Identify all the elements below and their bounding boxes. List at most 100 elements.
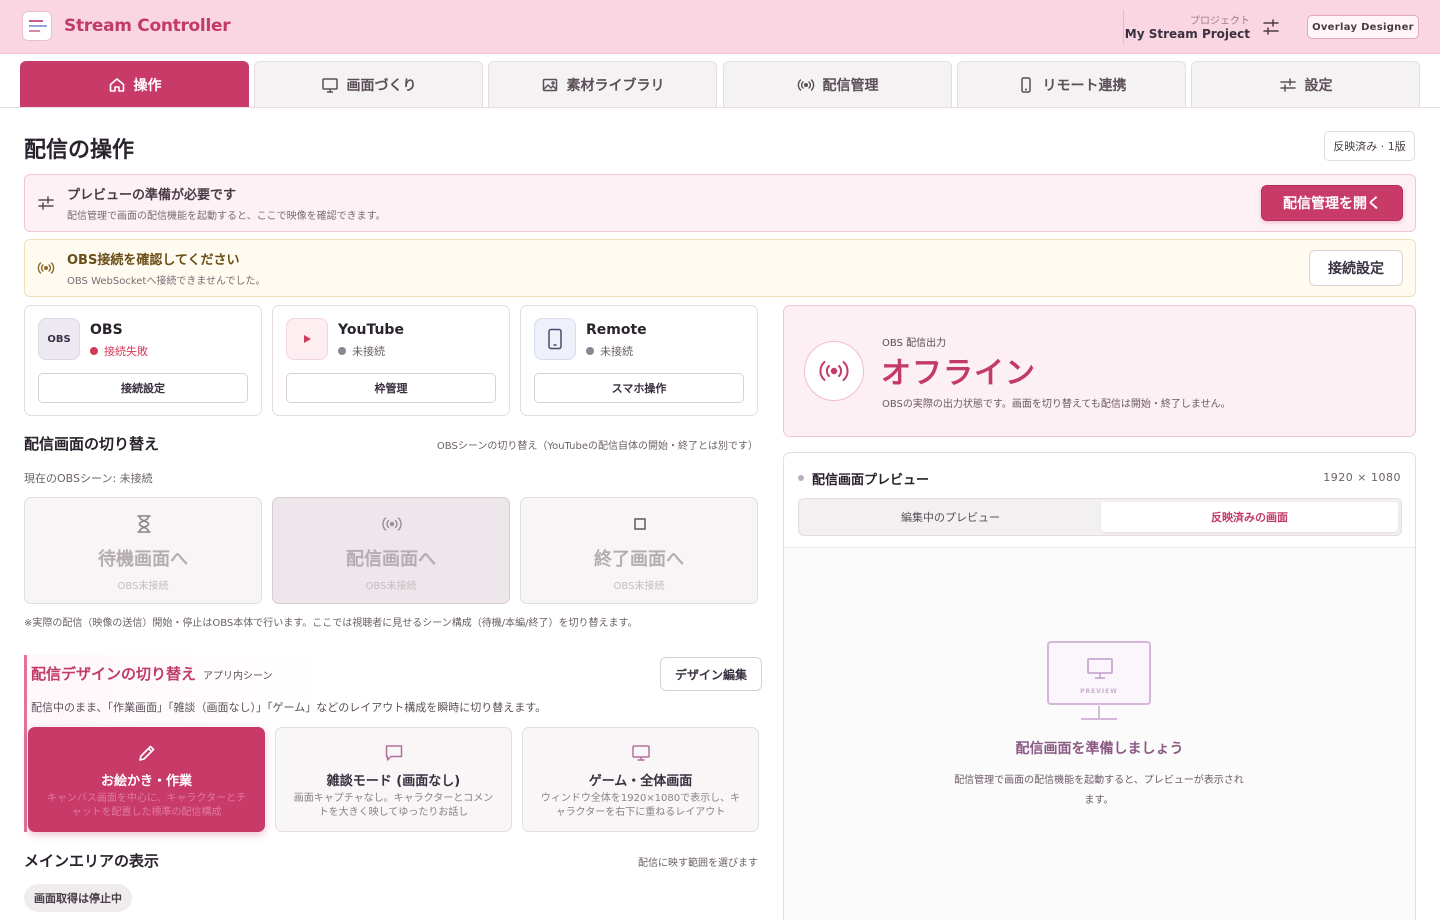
tab-label: 画面づくり: [346, 77, 417, 94]
tab-label: 設定: [1304, 77, 1333, 94]
scene-ending-button[interactable]: 終了画面へ OBS未接続: [520, 497, 758, 604]
youtube-play-icon: [286, 318, 328, 360]
tab-label: 配信管理: [822, 77, 879, 94]
service-card-remote: Remote 未接続 スマホ操作: [520, 305, 758, 416]
connection-settings-button[interactable]: 接続設定: [1309, 250, 1403, 286]
preview-tab-published[interactable]: 反映済みの画面: [1101, 502, 1398, 532]
design-switch-desc: 配信中のまま、「作業画面」「雑談（画面なし）」「ゲーム」などのレイアウト構成を瞬…: [31, 701, 547, 714]
service-status: 未接続: [586, 343, 633, 359]
stream-preview-card: 配信画面プレビュー 1920 × 1080 編集中のプレビュー 反映済みの画面 …: [783, 452, 1416, 920]
banner-desc: OBS WebSocketへ接続できませんでした。: [67, 276, 266, 287]
design-switch-section: 配信デザインの切り替え アプリ内シーン デザイン編集 配信中のまま、「作業画面」…: [24, 655, 762, 832]
monitor-base: [1081, 718, 1117, 720]
service-card-obs: OBS OBS 接続失敗 接続設定: [24, 305, 262, 416]
overlay-designer-button[interactable]: Overlay Designer: [1307, 15, 1419, 39]
project-settings-sliders-icon[interactable]: [1262, 18, 1280, 36]
obs-output-status-card: OBS 配信出力 オフライン OBSの実際の出力状態です。画面を切り替えても配信…: [783, 305, 1416, 437]
sliders-icon: [38, 196, 54, 210]
version-badge[interactable]: 反映済み · 1版: [1324, 131, 1415, 161]
preview-tab-editing[interactable]: 編集中のプレビュー: [802, 502, 1099, 532]
smartphone-icon: [534, 318, 576, 360]
main-tabbar: 操作 画面づくり 素材ライブラリ 配信管理 リモート連携 設定: [0, 54, 1440, 108]
broadcast-icon: [37, 262, 55, 274]
home-icon: [109, 77, 124, 92]
hourglass-icon: [137, 515, 151, 533]
tab-settings[interactable]: 設定: [1191, 61, 1420, 107]
design-edit-button[interactable]: デザイン編集: [660, 657, 762, 691]
obs-output-label: OBS 配信出力: [882, 338, 947, 349]
design-card-desc: ウィンドウ全体を1920×1080で表示し、キャラクターを右下に重ねるレイアウト: [540, 793, 741, 818]
obs-output-desc: OBSの実際の出力状態です。画面を切り替えても配信は開始・終了しません。: [882, 399, 1231, 410]
app-title: Stream Controller: [64, 16, 231, 36]
status-dot-icon: [338, 347, 346, 355]
service-name: OBS: [90, 322, 123, 338]
preview-prepare-title: 配信画面を準備しましょう: [1015, 741, 1184, 757]
sliders-icon: [1279, 77, 1296, 92]
smartphone-control-button[interactable]: スマホ操作: [534, 373, 744, 403]
project-name[interactable]: My Stream Project: [1125, 27, 1250, 41]
project-label: プロジェクト: [1190, 16, 1250, 27]
preview-resolution: 1920 × 1080: [1323, 471, 1401, 484]
scene-sub: OBS未接続: [117, 581, 169, 592]
monitor-icon: [321, 77, 338, 93]
tab-label: 素材ライブラリ: [566, 77, 665, 94]
banner-title: OBS接続を確認してください: [67, 253, 240, 268]
monitor-icon: [632, 745, 650, 761]
obs-connection-settings-button[interactable]: 接続設定: [38, 373, 248, 403]
design-switch-title: 配信デザインの切り替え: [31, 665, 197, 683]
design-card-chat[interactable]: 雑談モード (画面なし) 画面キャプチャなし。キャラクターとコメントを大きく映し…: [275, 727, 512, 832]
design-card-title: 雑談モード (画面なし): [326, 774, 461, 789]
capture-status-pill[interactable]: 画面取得は停止中: [24, 884, 132, 912]
status-dot-icon: [90, 347, 98, 355]
scene-label: 終了画面へ: [594, 549, 684, 570]
preview-title: 配信画面プレビュー: [812, 473, 930, 488]
scene-sub: OBS未接続: [613, 581, 665, 592]
status-dot-icon: [586, 347, 594, 355]
app-logo-icon: [22, 11, 52, 41]
banner-title: プレビューの準備が必要です: [67, 188, 237, 203]
obs-logo-icon: OBS: [38, 318, 80, 360]
design-card-game[interactable]: ゲーム・全体画面 ウィンドウ全体を1920×1080で表示し、キャラクターを右下…: [522, 727, 759, 832]
tab-stream-management[interactable]: 配信管理: [723, 61, 952, 107]
image-icon: [542, 78, 557, 91]
pencil-icon: [139, 745, 155, 761]
design-card-title: お絵かき・作業: [100, 774, 192, 789]
scene-footnote: ※実際の配信（映像の送信）開始・停止はOBS本体で行います。ここでは視聴者に見せ…: [24, 618, 638, 629]
chat-bubble-icon: [385, 745, 403, 761]
app-header: Stream Controller プロジェクト My Stream Proje…: [0, 0, 1440, 54]
obs-connection-banner: OBS接続を確認してください OBS WebSocketへ接続できませんでした。…: [24, 239, 1416, 297]
preview-required-banner: プレビューの準備が必要です 配信管理で画面の配信機能を起動すると、ここで映像を確…: [24, 174, 1416, 232]
tab-remote[interactable]: リモート連携: [957, 61, 1186, 107]
scene-switch-title: 配信画面の切り替え: [24, 435, 160, 453]
service-status: 接続失敗: [90, 343, 148, 359]
scene-label: 配信画面へ: [346, 549, 436, 570]
obs-output-value: オフライン: [881, 356, 1036, 391]
scene-sub: OBS未接続: [365, 581, 417, 592]
main-area-note: 配信に映す範囲を選びます: [638, 858, 758, 869]
service-card-youtube: YouTube 未接続 枠管理: [272, 305, 510, 416]
smartphone-icon: [1020, 76, 1031, 93]
design-card-desc: キャンバス画面を中心に、キャラクターとチャットを配置した標準の配信構成: [46, 793, 247, 818]
preview-dot-icon: [798, 475, 804, 481]
scene-label: 待機画面へ: [98, 549, 188, 570]
preview-monitor-icon: PREVIEW: [1047, 641, 1151, 705]
design-card-drawing[interactable]: お絵かき・作業 キャンバス画面を中心に、キャラクターとチャットを配置した標準の配…: [28, 727, 265, 832]
broadcast-icon: [797, 78, 814, 91]
stop-icon: [634, 518, 646, 530]
preview-prepare-desc: 配信管理で画面の配信機能を起動すると、プレビューが表示されます。: [954, 775, 1244, 806]
monitor-stand: [1098, 706, 1100, 718]
scene-live-button[interactable]: 配信画面へ OBS未接続: [272, 497, 510, 604]
youtube-frame-management-button[interactable]: 枠管理: [286, 373, 496, 403]
tab-operation[interactable]: 操作: [20, 61, 249, 107]
preview-body: PREVIEW 配信画面を準備しましょう 配信管理で画面の配信機能を起動すると、…: [784, 547, 1415, 920]
scene-standby-button[interactable]: 待機画面へ OBS未接続: [24, 497, 262, 604]
tab-asset-library[interactable]: 素材ライブラリ: [488, 61, 717, 107]
main-area-title: メインエリアの表示: [24, 852, 160, 870]
banner-desc: 配信管理で画面の配信機能を起動すると、ここで映像を確認できます。: [67, 211, 386, 222]
design-card-title: ゲーム・全体画面: [588, 774, 693, 789]
broadcast-icon: [382, 517, 402, 531]
preview-tabs: 編集中のプレビュー 反映済みの画面: [798, 498, 1402, 536]
scene-switch-note: OBSシーンの切り替え（YouTubeの配信自体の開始・終了とは別です）: [436, 441, 758, 452]
open-stream-management-button[interactable]: 配信管理を開く: [1261, 185, 1403, 221]
tab-screen-design[interactable]: 画面づくり: [254, 61, 483, 107]
